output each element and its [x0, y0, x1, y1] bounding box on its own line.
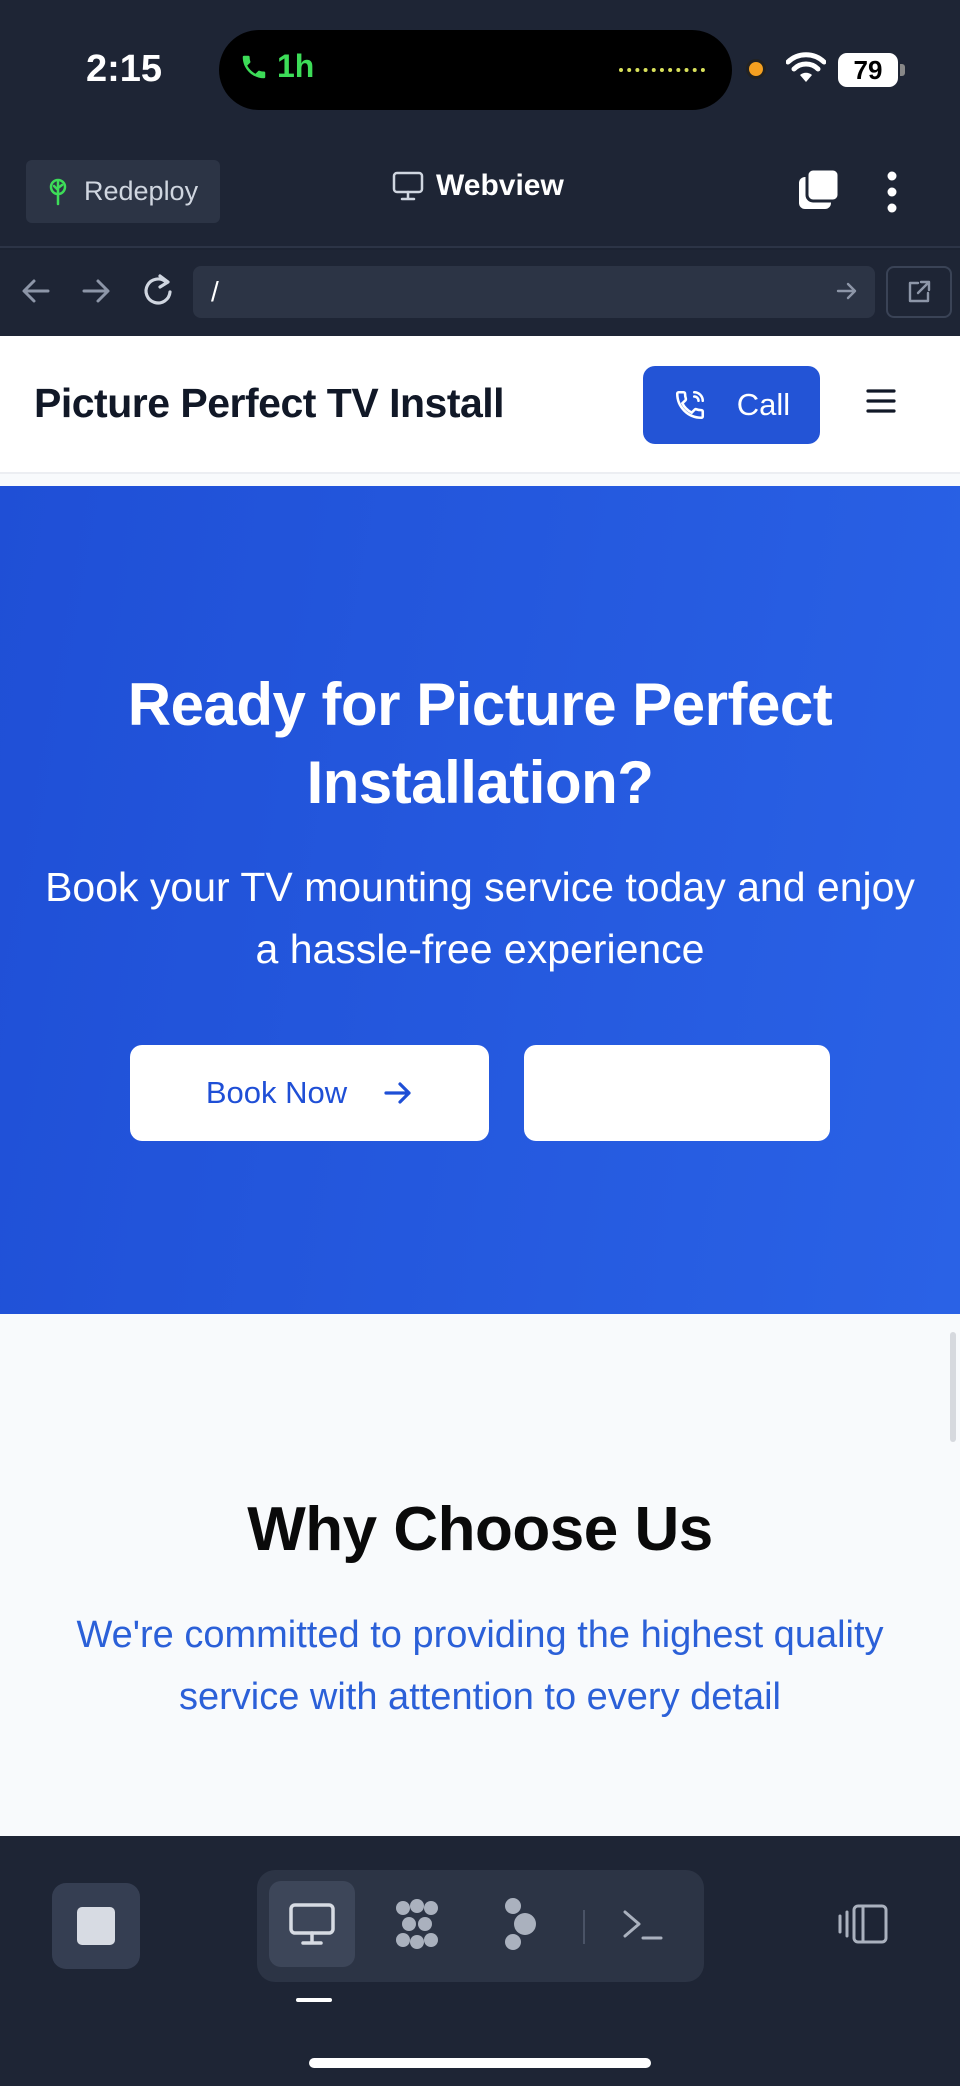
active-call-indicator[interactable]: 1h [239, 48, 314, 85]
agent-tab[interactable] [478, 1881, 564, 1967]
hero-title: Ready for Picture Perfect Installation? [127, 671, 833, 816]
external-link-icon [908, 280, 931, 303]
hero-subtitle: Book your TV mounting service today and … [45, 864, 915, 972]
webview-page: Picture Perfect TV Install Call Ready fo… [0, 336, 960, 1836]
url-go-icon[interactable] [836, 278, 858, 304]
page-scrollbar[interactable] [950, 1332, 956, 1442]
url-input[interactable]: / [193, 266, 875, 318]
site-header: Picture Perfect TV Install Call [0, 336, 960, 474]
site-title[interactable]: Picture Perfect TV Install [34, 380, 505, 427]
grid-dots-icon [396, 1899, 438, 1949]
shell-tab[interactable] [600, 1881, 686, 1967]
redeploy-label: Redeploy [84, 176, 199, 206]
call-duration: 1h [277, 48, 315, 84]
preview-tab[interactable] [269, 1881, 355, 1967]
why-choose-us-heading: Why Choose Us [247, 1495, 713, 1564]
webview-tab[interactable]: Webview [392, 169, 564, 203]
book-now-button[interactable]: Book Now [130, 1045, 489, 1141]
open-external-button[interactable] [886, 266, 952, 318]
agent-icon [505, 1898, 536, 1950]
segment-divider [583, 1910, 585, 1944]
battery-level: 79 [838, 53, 898, 87]
status-bar: 2:15 1h 79 [0, 0, 960, 145]
active-tab-indicator [296, 1998, 332, 2002]
monitor-icon [289, 1903, 335, 1945]
hamburger-icon[interactable] [866, 388, 896, 414]
redeploy-button[interactable]: Redeploy [26, 160, 220, 223]
hero-section: Ready for Picture Perfect Installation? … [0, 486, 960, 1314]
kebab-menu-icon[interactable] [882, 169, 902, 215]
tabs-icon[interactable] [795, 167, 841, 213]
status-time: 2:15 [86, 48, 163, 90]
bottom-toolbar [0, 1836, 960, 2086]
view-switcher [257, 1870, 704, 1982]
secondary-cta-button[interactable] [524, 1045, 830, 1141]
url-bar-row: / [0, 250, 960, 336]
book-now-label: Book Now [205, 1075, 348, 1110]
panel-toggle-icon[interactable] [836, 1902, 890, 1946]
battery-tip [900, 64, 905, 76]
stop-button[interactable] [52, 1883, 140, 1969]
arrow-left-icon[interactable] [20, 274, 52, 308]
phone-icon [242, 55, 266, 78]
monitor-icon [392, 171, 424, 201]
arrow-right-icon[interactable] [80, 274, 112, 308]
privacy-indicator [746, 59, 766, 79]
terminal-icon [623, 1910, 663, 1940]
arrow-right-icon [384, 1082, 411, 1104]
call-label: Call [736, 387, 791, 422]
webview-label: Webview [436, 169, 564, 202]
audio-waveform [619, 68, 705, 72]
sprout-icon [49, 178, 67, 205]
dynamic-island[interactable]: 1h [219, 30, 732, 110]
call-button[interactable]: Call [643, 366, 820, 444]
app-toolbar: Redeploy Webview [0, 145, 960, 248]
stop-icon [77, 1907, 115, 1945]
reload-icon[interactable] [140, 272, 176, 310]
phone-icon [675, 390, 704, 420]
wifi-icon [786, 52, 826, 82]
why-choose-us-subtitle: We're committed to providing the highest… [76, 1614, 884, 1718]
components-tab[interactable] [374, 1881, 460, 1967]
home-indicator[interactable] [309, 2058, 651, 2068]
